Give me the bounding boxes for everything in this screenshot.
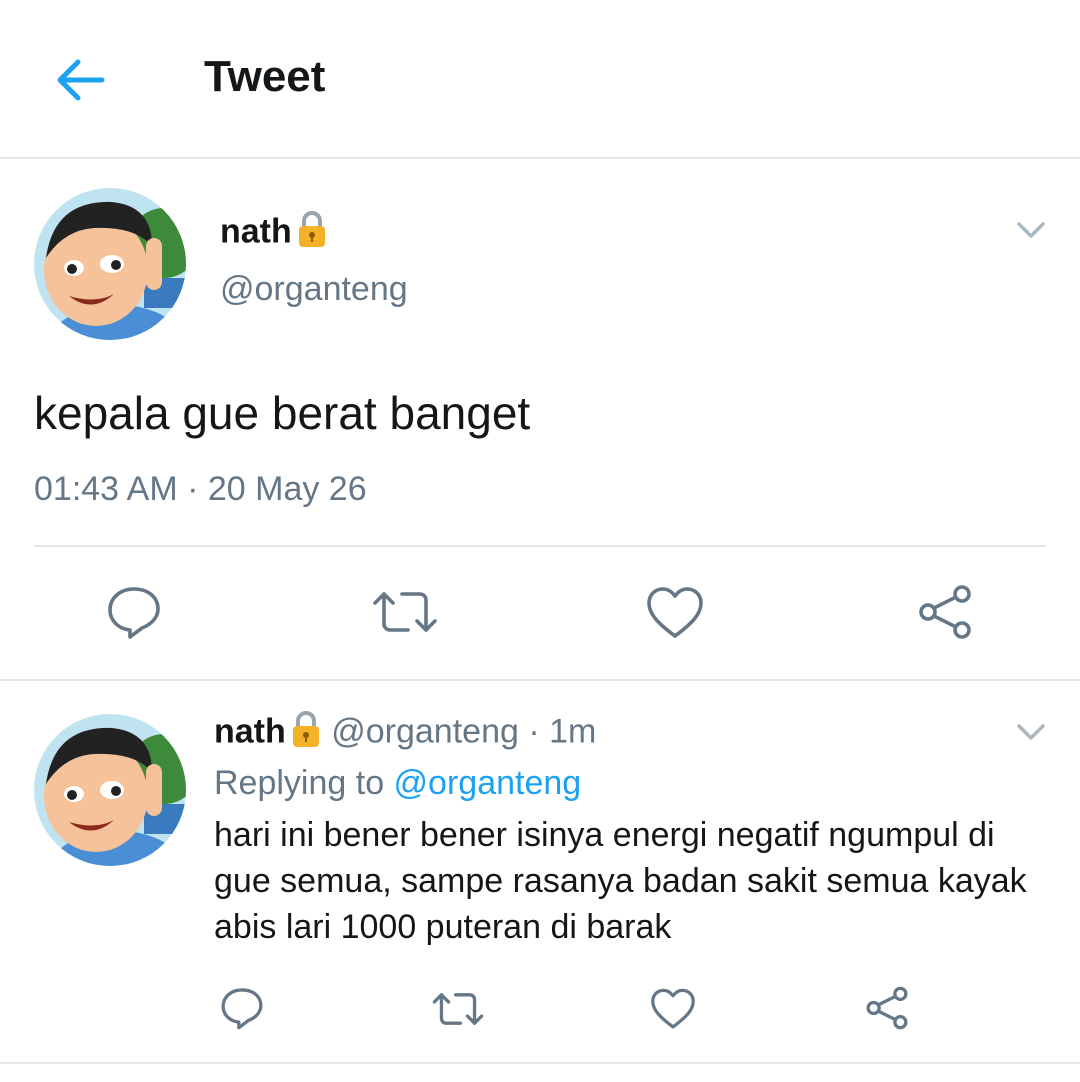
share-button[interactable] (916, 584, 974, 645)
reply-icon (108, 587, 160, 639)
divider (34, 545, 1046, 547)
share-icon (866, 986, 908, 1030)
reply-button[interactable] (106, 584, 162, 645)
retweet-icon (432, 993, 484, 1025)
chevron-down-icon (1017, 724, 1045, 740)
lock-icon (290, 710, 322, 757)
tweet-menu-button[interactable] (1014, 216, 1048, 249)
retweet-button[interactable] (372, 586, 438, 643)
divider (0, 679, 1080, 681)
divider (0, 157, 1080, 159)
reply-share-button[interactable] (864, 986, 910, 1035)
like-button[interactable] (646, 586, 704, 645)
reply-header: nath @organteng · 1m (214, 710, 596, 757)
reply-retweet-button[interactable] (432, 988, 484, 1035)
reply-like-button[interactable] (650, 988, 696, 1035)
reply-reply-button[interactable] (220, 986, 264, 1035)
author-name[interactable]: nath (220, 210, 328, 257)
reply-icon (221, 988, 263, 1030)
divider (0, 1062, 1080, 1064)
top-bar: Tweet (0, 0, 1080, 158)
like-icon (647, 587, 703, 638)
reply-author-name[interactable]: nath (214, 712, 286, 750)
chevron-down-icon (1017, 222, 1045, 238)
replying-to-mention[interactable]: @organteng (394, 764, 582, 802)
share-icon (919, 585, 971, 639)
lock-icon (296, 210, 328, 257)
page-title: Tweet (204, 52, 326, 101)
reply-text: hari ini bener bener isinya energi negat… (214, 816, 1027, 946)
retweet-icon (373, 592, 437, 632)
like-icon (651, 988, 695, 1029)
tweet-text: kepala gue berat banget (34, 387, 531, 439)
reply-avatar[interactable] (34, 714, 186, 866)
reply-handle-time[interactable]: @organteng · 1m (331, 712, 596, 750)
back-button[interactable] (52, 55, 108, 105)
tweet-timestamp[interactable]: 01:43 AM · 20 May 26 (34, 470, 367, 509)
reply-menu-button[interactable] (1014, 718, 1048, 751)
avatar[interactable] (34, 188, 186, 340)
back-arrow-icon (57, 59, 105, 101)
replying-to: Replying to @organteng (214, 764, 582, 802)
author-handle[interactable]: @organteng (220, 270, 408, 309)
